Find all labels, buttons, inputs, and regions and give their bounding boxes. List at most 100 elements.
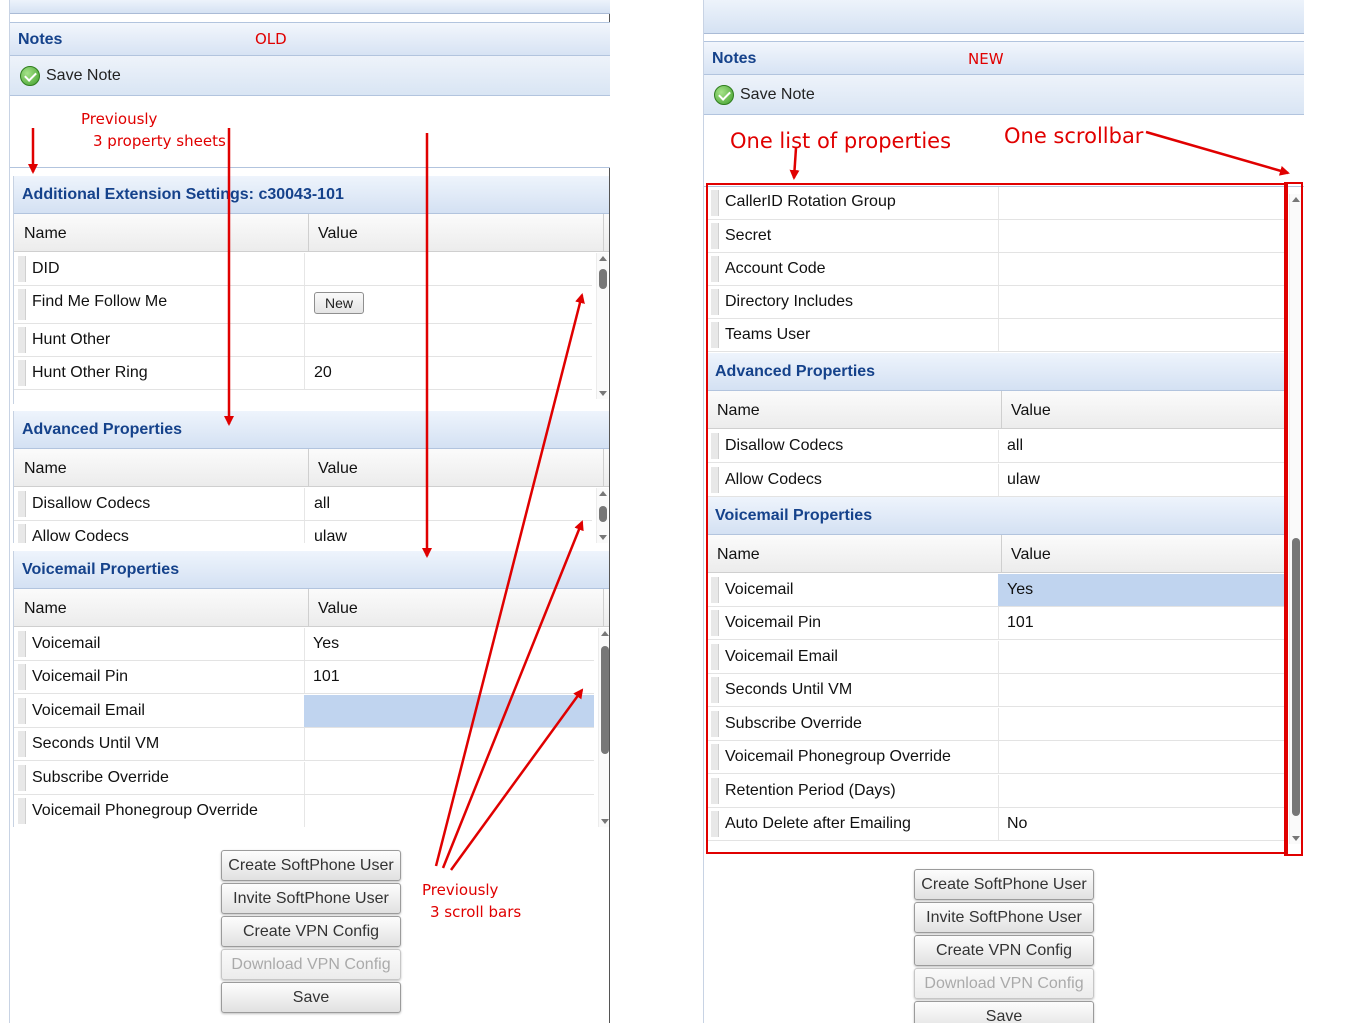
old-ext-section-title: Additional Extension Settings: c30043-10… [22,186,344,203]
annotation-one-list: One list of properties [730,129,952,153]
check-circle-icon [20,66,40,86]
column-value[interactable]: Value [318,600,358,618]
annotation-three-property-sheets: 3 property sheets [93,132,226,150]
scroll-thumb[interactable] [599,269,607,289]
table-row[interactable]: Hunt Other [14,324,592,357]
column-name[interactable]: Name [24,460,67,478]
table-row[interactable]: Voicemail Phonegroup Override [14,795,594,827]
create-vpn-config-button[interactable]: Create VPN Config [221,916,401,947]
scroll-thumb[interactable] [601,646,609,754]
old-save-note-label: Save Note [46,67,121,84]
column-value[interactable]: Value [318,225,358,243]
old-voicemail-properties-grid: Voicemail Properties Name Value Voicemai… [13,551,609,827]
row-grip [18,360,26,386]
property-name: Voicemail Email [32,702,145,719]
row-grip [18,698,26,724]
new-notes-header: Notes [704,41,1304,75]
old-adv-column-header: Name Value [14,449,609,487]
property-value[interactable]: all [314,495,330,513]
new-notes-toolbar: Save Note [704,75,1304,115]
new-notes-title: Notes [712,50,757,67]
selected-cell[interactable] [304,695,594,727]
old-vm-column-header: Name Value [14,589,609,627]
old-adv-section-header: Advanced Properties [14,411,609,449]
property-name: DID [32,260,60,277]
one-scrollbar-highlight-box [1284,182,1303,856]
new-frame-edge [692,0,704,1023]
download-vpn-config-button: Download VPN Config [914,968,1094,999]
property-name: Voicemail Pin [32,668,129,685]
old-ext-scrollbar[interactable] [596,253,608,399]
column-divider [308,589,309,626]
save-button[interactable]: Save [914,1001,1094,1023]
scroll-up-icon[interactable] [599,491,607,496]
cell-divider [304,521,305,543]
property-name: Voicemail Phonegroup Override [32,802,258,819]
new-save-note-label: Save Note [740,86,815,103]
cell-divider [304,795,305,827]
table-row[interactable]: DID [14,253,592,286]
table-row[interactable]: Hunt Other Ring 20 [14,357,592,390]
create-softphone-user-button[interactable]: Create SoftPhone User [914,869,1094,900]
property-value[interactable]: 20 [314,364,332,382]
property-name: Voicemail [32,635,101,652]
create-vpn-config-button[interactable]: Create VPN Config [914,935,1094,966]
scroll-up-icon[interactable] [601,631,609,636]
cell-divider [304,488,305,520]
invite-softphone-user-button[interactable]: Invite SoftPhone User [914,902,1094,933]
save-button[interactable]: Save [221,982,401,1013]
property-value[interactable]: ulaw [314,528,347,543]
old-notes-header: Notes [10,22,610,56]
property-value[interactable]: 101 [313,668,340,686]
cell-divider [304,324,305,356]
column-divider [308,214,309,251]
column-divider [603,589,604,626]
property-name: Find Me Follow Me [32,293,168,310]
table-row-selected[interactable]: Voicemail Email [14,695,594,728]
scroll-down-icon[interactable] [599,391,607,396]
scroll-up-icon[interactable] [599,256,607,261]
annotation-three-scroll-bars: 3 scroll bars [430,903,522,921]
annotation-previously-scroll: Previously [422,881,499,899]
new-button[interactable]: New [314,292,365,314]
new-top-band [704,0,1304,34]
row-grip [18,327,26,353]
annotation-previously-sheets: Previously [81,110,158,128]
table-row[interactable]: Find Me Follow Me New [14,286,592,324]
table-row[interactable]: Voicemail Pin 101 [14,661,594,694]
old-vm-section-title: Voicemail Properties [22,561,180,578]
property-name: Hunt Other [32,331,111,348]
scroll-thumb[interactable] [599,506,607,522]
cell-divider [304,661,305,693]
column-value[interactable]: Value [318,460,358,478]
download-vpn-config-button: Download VPN Config [221,949,401,980]
table-row[interactable]: Voicemail Yes [14,628,594,661]
table-row[interactable]: Allow Codecs ulaw [14,521,592,543]
old-tag-label: OLD [255,30,287,48]
old-top-band [10,0,610,14]
old-vm-section-header: Voicemail Properties [14,551,609,589]
old-notes-title: Notes [18,31,63,48]
table-row[interactable]: Disallow Codecs all [14,488,592,521]
old-vm-scrollbar[interactable] [598,628,609,827]
one-list-highlight-box [706,183,1288,854]
column-name[interactable]: Name [24,600,67,618]
row-grip [18,664,26,690]
row-grip [18,256,26,282]
property-name: Allow Codecs [32,528,129,543]
property-name: Disallow Codecs [32,495,151,512]
old-adv-scrollbar[interactable] [596,488,608,543]
table-row[interactable]: Seconds Until VM [14,728,594,761]
check-circle-icon [714,85,734,105]
invite-softphone-user-button[interactable]: Invite SoftPhone User [221,883,401,914]
property-value[interactable]: Yes [313,635,339,653]
old-notes-toolbar: Save Note [10,56,610,96]
scroll-down-icon[interactable] [601,819,609,824]
scroll-down-icon[interactable] [599,535,607,540]
create-softphone-user-button[interactable]: Create SoftPhone User [221,850,401,881]
old-advanced-properties-grid: Advanced Properties Name Value Disallow … [13,411,609,543]
cell-divider [304,728,305,760]
column-name[interactable]: Name [24,225,67,243]
row-grip [18,631,26,657]
table-row[interactable]: Subscribe Override [14,762,594,795]
